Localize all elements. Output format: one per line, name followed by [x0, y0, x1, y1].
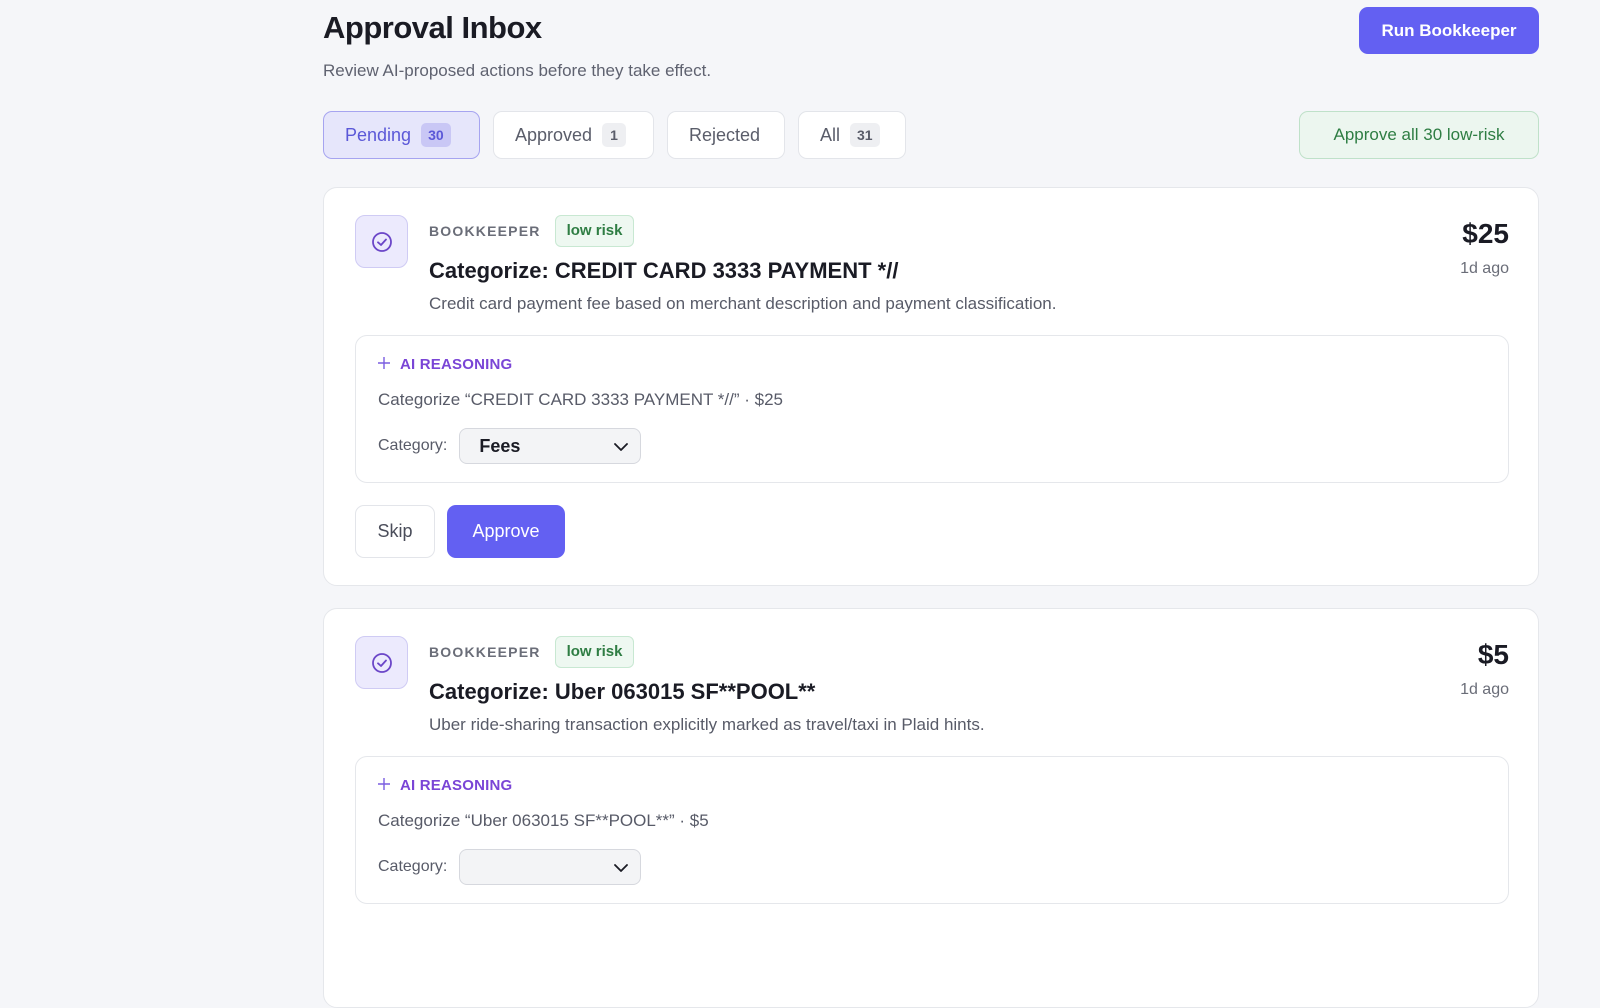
- reasoning-text: Categorize “CREDIT CARD 3333 PAYMENT *//…: [378, 390, 783, 409]
- risk-badge: low risk: [554, 636, 635, 668]
- card-description: Credit card payment fee based on merchan…: [429, 294, 1057, 313]
- tab-label: Approved: [515, 124, 593, 145]
- card-meta: BOOKKEEPER low risk: [429, 215, 635, 247]
- ai-reasoning-panel: AI REASONING Categorize “CREDIT CARD 333…: [355, 335, 1509, 483]
- ai-reasoning-panel: AI REASONING Categorize “Uber 063015 SF*…: [355, 756, 1509, 904]
- category-value: Fees: [479, 435, 521, 456]
- tab-count-badge: 1: [602, 123, 627, 147]
- chevron-down-icon: [614, 436, 629, 457]
- run-bookkeeper-button[interactable]: Run Bookkeeper: [1359, 7, 1539, 54]
- check-circle-icon: [355, 636, 408, 689]
- sparkle-icon: [378, 356, 390, 373]
- amount: $5: [1477, 639, 1509, 670]
- page-subtitle: Review AI-proposed actions before they t…: [323, 61, 712, 80]
- approve-all-low-risk-button[interactable]: Approve all 30 low-risk: [1299, 111, 1539, 159]
- reasoning-label: AI REASONING: [400, 777, 513, 794]
- tab-count-badge: 30: [421, 123, 451, 147]
- card-meta: BOOKKEEPER low risk: [429, 636, 635, 668]
- category-row: Category: Fees: [378, 428, 642, 464]
- agent-label: BOOKKEEPER: [429, 223, 541, 239]
- reasoning-text: Categorize “Uber 063015 SF**POOL**” · $5: [378, 811, 709, 830]
- page-header: Approval Inbox Review AI-proposed action…: [323, 0, 1539, 100]
- category-label: Category:: [378, 858, 448, 875]
- card-title: Categorize: CREDIT CARD 3333 PAYMENT *//: [429, 258, 899, 283]
- tab-label: Pending: [345, 124, 412, 145]
- filter-tabs: Pending 30 Approved 1 Rejected All 31 Ap…: [323, 111, 1539, 159]
- category-select[interactable]: [459, 849, 642, 885]
- skip-button[interactable]: Skip: [355, 505, 435, 558]
- tab-pending[interactable]: Pending 30: [323, 111, 480, 159]
- agent-label: BOOKKEEPER: [429, 644, 541, 660]
- approval-inbox-page: Approval Inbox Review AI-proposed action…: [323, 0, 1539, 1008]
- check-circle-icon: [355, 215, 408, 268]
- amount: $25: [1462, 218, 1509, 249]
- tab-count-badge: 31: [850, 123, 880, 147]
- approve-button[interactable]: Approve: [447, 505, 565, 558]
- tab-rejected[interactable]: Rejected: [667, 111, 785, 159]
- page-title: Approval Inbox: [323, 10, 542, 45]
- chevron-down-icon: [614, 857, 629, 878]
- timestamp: 1d ago: [1460, 681, 1509, 698]
- reasoning-label: AI REASONING: [400, 356, 513, 373]
- card-title: Categorize: Uber 063015 SF**POOL**: [429, 679, 816, 704]
- category-select[interactable]: Fees: [459, 428, 642, 464]
- approval-card: BOOKKEEPER low risk Categorize: Uber 063…: [323, 608, 1539, 1008]
- category-label: Category:: [378, 437, 448, 454]
- approval-card: BOOKKEEPER low risk Categorize: CREDIT C…: [323, 187, 1539, 586]
- category-row: Category:: [378, 849, 642, 885]
- tab-label: All: [820, 124, 841, 145]
- tab-label: Rejected: [689, 124, 761, 145]
- reasoning-header: AI REASONING: [378, 356, 512, 373]
- card-description: Uber ride-sharing transaction explicitly…: [429, 715, 985, 734]
- risk-badge: low risk: [554, 215, 635, 247]
- timestamp: 1d ago: [1460, 260, 1509, 277]
- tab-approved[interactable]: Approved 1: [493, 111, 654, 159]
- card-actions: Skip Approve: [355, 505, 565, 558]
- tab-all[interactable]: All 31: [798, 111, 906, 159]
- sparkle-icon: [378, 777, 390, 794]
- reasoning-header: AI REASONING: [378, 777, 512, 794]
